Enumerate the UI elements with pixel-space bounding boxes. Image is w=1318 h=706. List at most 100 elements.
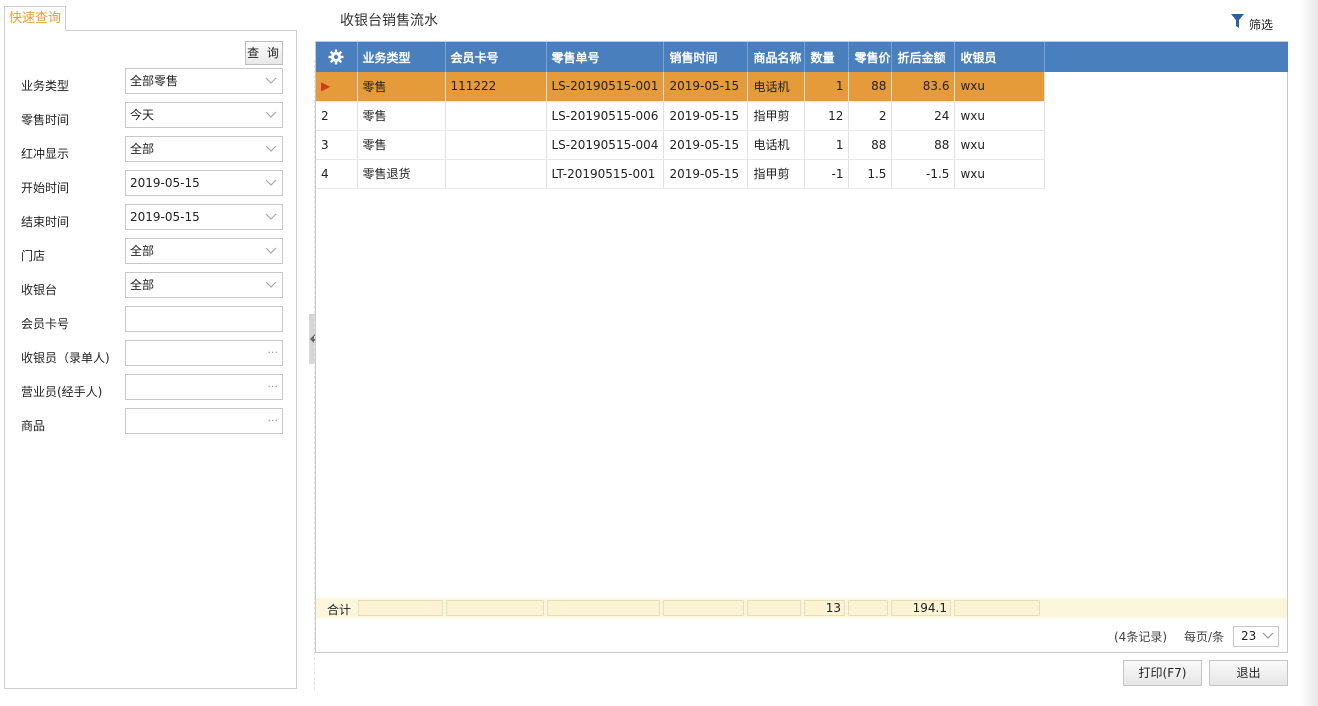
- tab-quick-query[interactable]: 快速查询: [4, 6, 66, 31]
- query-field-label: 营业员(经手人): [21, 385, 103, 399]
- row-pointer-icon: ▶: [316, 72, 358, 102]
- funnel-icon: [1231, 14, 1244, 28]
- table-row[interactable]: 4 零售退货 LT-20190515-001 2019-05-15 指甲剪 -1 1.5 -1…: [316, 159, 1046, 189]
- query-lookup-field[interactable]: ···: [125, 340, 283, 366]
- summary-cell: [848, 600, 888, 616]
- chevron-down-icon: [265, 281, 277, 288]
- cell-amount: 83.6: [891, 72, 956, 102]
- chevron-down-icon: [1262, 632, 1274, 639]
- query-field-label: 商品: [21, 419, 46, 433]
- summary-row: 合计 13 194.1: [316, 598, 1287, 618]
- chevron-down-icon: [265, 247, 277, 254]
- row-number: 3: [316, 130, 358, 160]
- column-header[interactable]: 零售价: [848, 42, 893, 72]
- query-field-row: 营业员(经手人) ···: [5, 374, 295, 400]
- query-field-row: 门店 全部: [5, 238, 295, 264]
- summary-cell: [547, 600, 660, 616]
- cell-qty: -1: [804, 159, 850, 189]
- query-field-row: 收银台 全部: [5, 272, 295, 298]
- column-settings[interactable]: [316, 42, 358, 72]
- column-header[interactable]: 零售单号: [546, 42, 665, 72]
- cell-price: 2: [848, 101, 893, 131]
- query-field-label: 结束时间: [21, 215, 70, 229]
- filter-label: 筛选: [1249, 18, 1274, 32]
- sales-grid: 业务类型 会员卡号 零售单号 销售时间 商品名称 数量 零售价 折后金额 收银员 ▶ 零售 1112…: [315, 41, 1288, 653]
- table-row[interactable]: 3 零售 LS-20190515-004 2019-05-15 电话机 1 88 88 wxu: [316, 130, 1046, 160]
- cell-date: 2019-05-15: [663, 72, 749, 102]
- query-field-value: 全部: [130, 244, 155, 258]
- column-header[interactable]: 业务类型: [357, 42, 446, 72]
- column-header[interactable]: 会员卡号: [445, 42, 547, 72]
- query-select[interactable]: 全部: [125, 136, 283, 162]
- query-button[interactable]: 查 询: [245, 41, 283, 65]
- column-header[interactable]: 销售时间: [663, 42, 749, 72]
- query-field-value: 全部: [130, 278, 155, 292]
- query-select[interactable]: 全部: [125, 272, 283, 298]
- table-row[interactable]: 2 零售 LS-20190515-006 2019-05-15 指甲剪 12 2 24 wxu: [316, 101, 1046, 131]
- table-row[interactable]: ▶ 零售 111222 LS-20190515-001 2019-05-15 电话机 1 88…: [316, 72, 1046, 102]
- record-count: (4条记录): [1114, 630, 1167, 644]
- query-field-row: 商品 ···: [5, 408, 295, 434]
- column-header[interactable]: 折后金额: [891, 42, 956, 72]
- summary-cell: [747, 600, 801, 616]
- query-text-field[interactable]: [125, 306, 283, 332]
- query-field-value: 2019-05-15: [130, 210, 200, 224]
- column-header[interactable]: 商品名称: [747, 42, 806, 72]
- cell-amount: 24: [891, 101, 956, 131]
- query-field-label: 门店: [21, 249, 46, 263]
- cell-cashier: wxu: [954, 72, 1046, 102]
- summary-qty: 13: [804, 600, 845, 616]
- cell-order-no: LT-20190515-001: [546, 159, 665, 189]
- query-field-value: 全部: [130, 142, 155, 156]
- cell-qty: 12: [804, 101, 850, 131]
- query-field-label: 业务类型: [21, 79, 70, 93]
- page-title: 收银台销售流水: [340, 13, 438, 29]
- per-page-select[interactable]: 23: [1233, 626, 1279, 647]
- summary-cell: [358, 600, 443, 616]
- chevron-down-icon: [265, 179, 277, 186]
- cell-qty: 1: [804, 72, 850, 102]
- query-field-label: 收银员（录单人): [21, 351, 110, 365]
- cell-type: 零售: [357, 101, 446, 131]
- query-field-value: 今天: [130, 108, 155, 122]
- column-header[interactable]: 收银员: [954, 42, 1046, 72]
- grid-body: ▶ 零售 111222 LS-20190515-001 2019-05-15 电话机 1 88…: [316, 72, 1046, 189]
- sales-table: 业务类型 会员卡号 零售单号 销售时间 商品名称 数量 零售价 折后金额 收银员 ▶ 零售 1112…: [316, 42, 1046, 189]
- query-field-row: 零售时间 今天: [5, 102, 295, 128]
- query-field-label: 收银台: [21, 283, 58, 297]
- per-page-label: 每页/条: [1184, 630, 1225, 644]
- query-field-row: 业务类型 全部零售: [5, 68, 295, 94]
- cell-type: 零售: [357, 130, 446, 160]
- query-select[interactable]: 全部: [125, 238, 283, 264]
- ellipsis-icon[interactable]: ···: [268, 375, 279, 399]
- chevron-down-icon: [265, 77, 277, 84]
- query-field-row: 收银员（录单人) ···: [5, 340, 295, 366]
- gear-icon: [328, 49, 344, 65]
- cell-cashier: wxu: [954, 101, 1046, 131]
- ellipsis-icon[interactable]: ···: [268, 409, 279, 433]
- chevron-down-icon: [265, 213, 277, 220]
- query-field-value: 全部零售: [130, 74, 179, 88]
- cell-price: 88: [848, 72, 893, 102]
- cell-order-no: LS-20190515-006: [546, 101, 665, 131]
- grid-header-row: 业务类型 会员卡号 零售单号 销售时间 商品名称 数量 零售价 折后金额 收银员: [316, 42, 1046, 72]
- quick-query-panel: 查 询 业务类型 全部零售 零售时间 今天 红冲显示 全部 开始时间 2019-05-15 结束…: [4, 30, 297, 689]
- query-select[interactable]: 全部零售: [125, 68, 283, 94]
- column-header[interactable]: 数量: [804, 42, 850, 72]
- query-lookup-field[interactable]: ···: [125, 374, 283, 400]
- cell-qty: 1: [804, 130, 850, 160]
- query-field-label: 零售时间: [21, 113, 70, 127]
- cell-date: 2019-05-15: [663, 159, 749, 189]
- query-select[interactable]: 2019-05-15: [125, 204, 283, 230]
- print-button[interactable]: 打印(F7): [1123, 660, 1202, 686]
- query-select[interactable]: 2019-05-15: [125, 170, 283, 196]
- query-field-row: 会员卡号: [5, 306, 295, 332]
- ellipsis-icon[interactable]: ···: [268, 341, 279, 365]
- chevron-down-icon: [265, 145, 277, 152]
- row-number: 4: [316, 159, 358, 189]
- query-field-label: 开始时间: [21, 181, 70, 195]
- cell-type: 零售退货: [357, 159, 446, 189]
- query-select[interactable]: 今天: [125, 102, 283, 128]
- exit-button[interactable]: 退出: [1209, 660, 1288, 686]
- query-lookup-field[interactable]: ···: [125, 408, 283, 434]
